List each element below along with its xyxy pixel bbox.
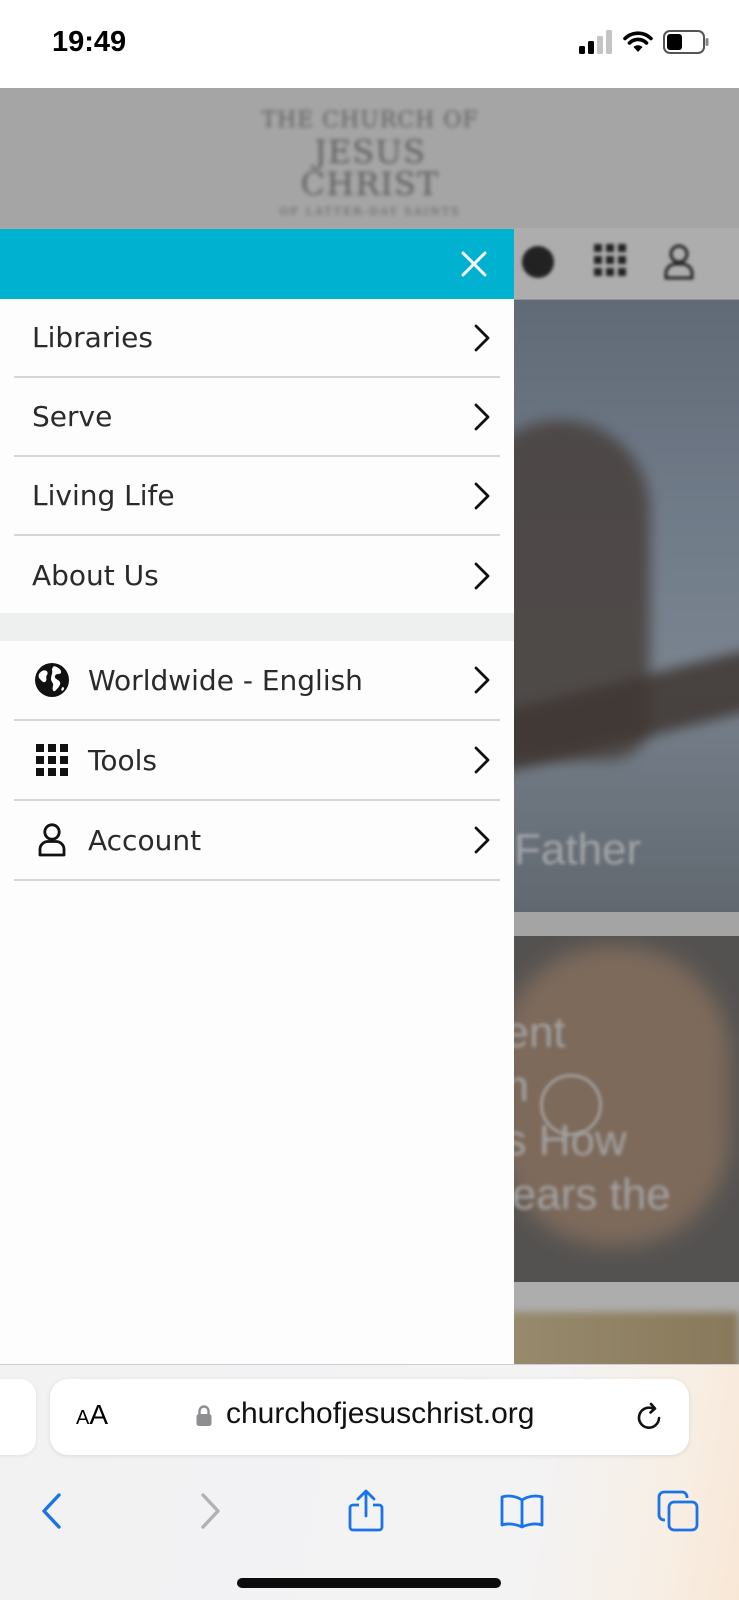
menu-item-about-us[interactable]: About Us — [14, 536, 500, 615]
secondary-menu: Worldwide - English Tools Account — [0, 641, 514, 881]
reload-icon[interactable] — [634, 1401, 666, 1433]
chevron-right-icon — [474, 666, 490, 694]
chevron-right-icon — [474, 746, 490, 774]
chevron-right-icon — [201, 1493, 220, 1529]
browser-toolbar — [0, 1473, 739, 1553]
menu-item-tools[interactable]: Tools — [14, 721, 500, 801]
menu-item-language[interactable]: Worldwide - English — [14, 641, 500, 721]
menu-item-label: Account — [88, 823, 202, 857]
close-menu-button[interactable] — [456, 246, 492, 282]
menu-item-serve[interactable]: Serve — [14, 378, 500, 457]
forward-button[interactable] — [183, 1483, 239, 1539]
chevron-left-icon — [42, 1493, 61, 1529]
home-indicator[interactable] — [237, 1578, 501, 1588]
person-icon — [32, 820, 72, 860]
text-size-button[interactable]: AA — [76, 1399, 108, 1431]
menu-item-living-life[interactable]: Living Life — [14, 457, 500, 536]
status-bar: 19:49 — [0, 0, 739, 88]
menu-item-account[interactable]: Account — [14, 801, 500, 881]
chevron-right-icon — [474, 403, 490, 430]
chevron-right-icon — [474, 482, 490, 509]
menu-item-label: Living Life — [32, 479, 175, 512]
address-bar[interactable]: AA churchofjesuschrist.org — [50, 1379, 689, 1455]
status-icons — [579, 30, 709, 58]
menu-item-label: Serve — [32, 400, 113, 433]
globe-icon — [32, 660, 72, 700]
close-icon — [461, 251, 487, 277]
book-icon — [500, 1494, 544, 1529]
chevron-right-icon — [474, 826, 490, 854]
tabs-icon — [657, 1490, 699, 1532]
previous-tab-preview[interactable] — [0, 1379, 36, 1455]
menu-item-label: Tools — [88, 743, 157, 777]
chevron-right-icon — [474, 562, 490, 589]
browser-bottom-bar: AA churchofjesuschrist.org — [0, 1364, 739, 1600]
tabs-button[interactable] — [650, 1483, 706, 1539]
menu-item-label: About Us — [32, 559, 159, 592]
primary-menu: Libraries Serve Living Life About Us — [0, 299, 514, 615]
wifi-icon — [623, 30, 653, 58]
lock-icon — [196, 1405, 212, 1426]
menu-item-label: Libraries — [32, 321, 153, 354]
menu-item-libraries[interactable]: Libraries — [14, 299, 500, 378]
navigation-drawer: Libraries Serve Living Life About Us Wor… — [0, 229, 514, 1364]
status-time: 19:49 — [52, 26, 127, 58]
cellular-signal-icon — [579, 30, 613, 58]
chevron-right-icon — [474, 324, 490, 351]
bookmarks-button[interactable] — [494, 1483, 550, 1539]
share-icon — [348, 1489, 384, 1532]
back-button[interactable] — [23, 1483, 79, 1539]
drawer-header — [0, 229, 514, 299]
battery-icon — [663, 30, 709, 58]
share-button[interactable] — [338, 1483, 394, 1539]
menu-section-divider — [0, 613, 514, 641]
url-text: churchofjesuschrist.org — [226, 1397, 535, 1430]
grid-icon — [32, 740, 72, 780]
menu-item-label: Worldwide - English — [88, 663, 363, 697]
